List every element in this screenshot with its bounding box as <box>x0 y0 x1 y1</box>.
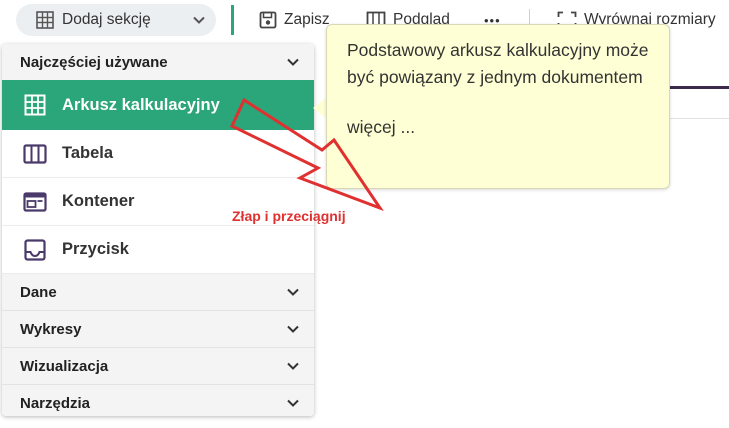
drag-hint-arrow <box>230 97 384 212</box>
drag-hint-label: Złap i przeciągnij <box>232 208 346 224</box>
